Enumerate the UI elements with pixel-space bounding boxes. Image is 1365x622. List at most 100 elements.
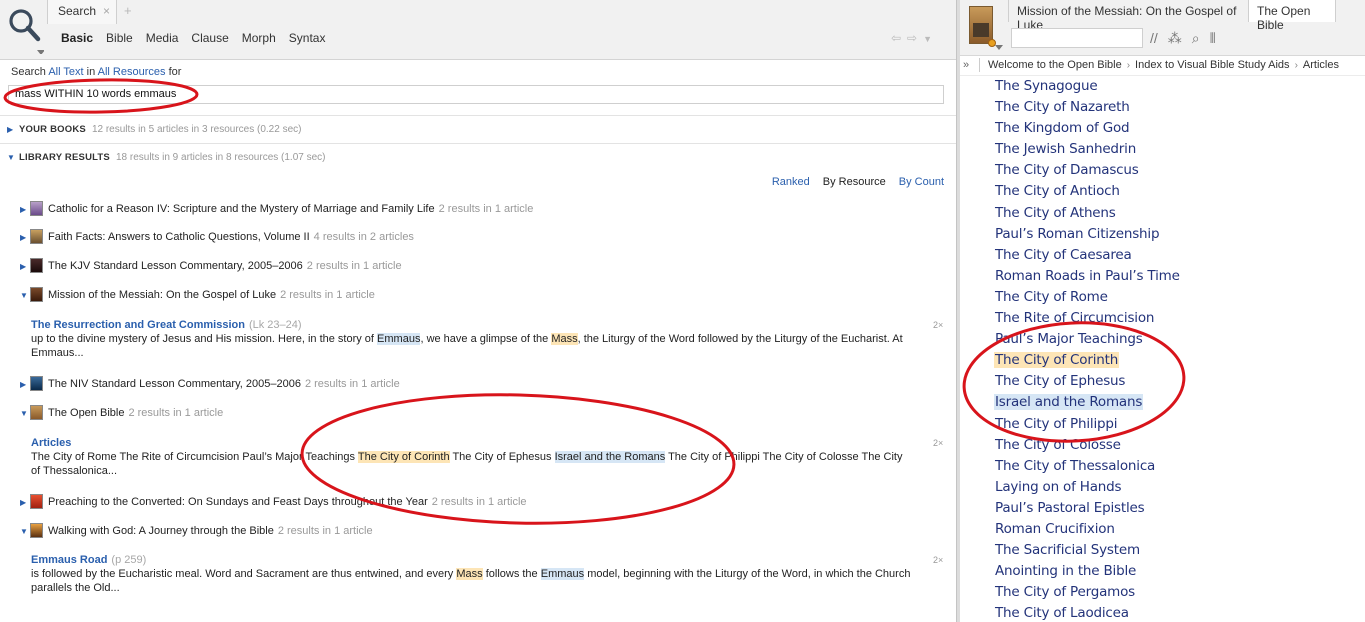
- article-link[interactable]: Paul’s Major Teachings: [994, 331, 1181, 352]
- article-ref: (Lk 23–24): [248, 319, 302, 331]
- forward-arrow-icon[interactable]: ⇨: [907, 31, 923, 45]
- tab-label: Search: [58, 4, 97, 18]
- result-title[interactable]: Faith Facts: Answers to Catholic Questio…: [48, 231, 310, 243]
- result-title[interactable]: Preaching to the Converted: On Sundays a…: [48, 496, 428, 508]
- article-result[interactable]: Emmaus Road (p 259) is followed by the Eu…: [31, 553, 911, 595]
- article-link[interactable]: The City of Caesarea: [994, 247, 1181, 268]
- article-link[interactable]: The City of Ephesus: [994, 373, 1181, 394]
- result-row[interactable]: ▶ The KJV Standard Lesson Commentary, 200…: [20, 258, 402, 276]
- article-link[interactable]: The City of Damascus: [994, 162, 1181, 183]
- result-row[interactable]: ▶ Preaching to the Converted: On Sundays …: [20, 494, 527, 512]
- article-link[interactable]: Paul’s Pastoral Epistles: [994, 500, 1181, 521]
- sort-ranked[interactable]: Ranked: [772, 176, 810, 188]
- expand-triangle-icon[interactable]: ▶: [20, 498, 30, 507]
- article-result[interactable]: The Resurrection and Great Commission (Lk…: [31, 318, 911, 360]
- tab-morph[interactable]: Morph: [242, 31, 276, 45]
- article-link[interactable]: The Jewish Sanhedrin: [994, 141, 1181, 162]
- article-link[interactable]: Roman Roads in Paul’s Time: [994, 268, 1181, 289]
- article-link[interactable]: Anointing in the Bible: [994, 563, 1181, 584]
- chevron-down-icon[interactable]: [995, 45, 1003, 51]
- article-link[interactable]: The City of Rome: [994, 289, 1181, 310]
- result-title[interactable]: Walking with God: A Journey through the …: [48, 525, 274, 537]
- article-title[interactable]: The Resurrection and Great Commission: [31, 319, 245, 331]
- expand-triangle-icon[interactable]: ▶: [20, 233, 30, 242]
- columns-icon[interactable]: ⦀: [1210, 30, 1216, 46]
- article-link[interactable]: The City of Colosse: [994, 437, 1181, 458]
- collapse-triangle-icon[interactable]: ▼: [20, 527, 30, 536]
- close-icon[interactable]: ×: [103, 4, 110, 18]
- tab-clause[interactable]: Clause: [191, 31, 228, 45]
- result-row[interactable]: ▶ Catholic for a Reason IV: Scripture and…: [20, 201, 533, 219]
- search-icon[interactable]: [6, 6, 44, 54]
- history-dropdown-icon[interactable]: ▼: [923, 34, 938, 44]
- article-link[interactable]: The Rite of Circumcision: [994, 310, 1181, 331]
- article-link[interactable]: The City of Corinth: [994, 352, 1181, 373]
- tab-media[interactable]: Media: [146, 31, 179, 45]
- tab-mission-of-the-messiah[interactable]: Mission of the Messiah: On the Gospel of…: [1008, 0, 1248, 32]
- divider: [979, 58, 980, 72]
- breadcrumb-item[interactable]: Articles: [1303, 59, 1339, 71]
- add-tab-icon[interactable]: +: [124, 3, 132, 18]
- tab-bible[interactable]: Bible: [106, 31, 133, 45]
- article-link[interactable]: Laying on of Hands: [994, 479, 1181, 500]
- article-link[interactable]: The City of Nazareth: [994, 99, 1181, 120]
- breadcrumb-item[interactable]: Welcome to the Open Bible: [988, 59, 1122, 71]
- article-link[interactable]: Roman Crucifixion: [994, 521, 1181, 542]
- scope-text-link[interactable]: All Text: [48, 66, 83, 78]
- article-link[interactable]: The City of Laodicea: [994, 605, 1181, 622]
- result-title[interactable]: The NIV Standard Lesson Commentary, 2005…: [48, 378, 301, 390]
- article-link[interactable]: The Synagogue: [994, 78, 1181, 99]
- collapse-triangle-icon[interactable]: ▼: [20, 291, 30, 300]
- your-books-section[interactable]: ▶ YOUR BOOKS 12 results in 5 articles in …: [0, 115, 956, 143]
- article-snippet: up to the divine mystery of Jesus and Hi…: [31, 333, 903, 359]
- result-row[interactable]: ▼ Walking with God: A Journey through the…: [20, 523, 373, 541]
- library-results-section[interactable]: ▼ LIBRARY RESULTS 18 results in 9 article…: [0, 143, 956, 171]
- expand-triangle-icon[interactable]: ▶: [20, 205, 30, 214]
- article-result[interactable]: Articles The City of Rome The Rite of Ci…: [31, 436, 911, 478]
- article-link[interactable]: The Kingdom of God: [994, 120, 1181, 141]
- resource-panel-header: Mission of the Messiah: On the Gospel of…: [960, 0, 1365, 56]
- search-icon[interactable]: ⌕: [1192, 30, 1200, 46]
- section-title: YOUR BOOKS: [19, 124, 86, 135]
- expand-triangle-icon[interactable]: ▶: [20, 262, 30, 271]
- result-title[interactable]: Catholic for a Reason IV: Scripture and …: [48, 203, 435, 215]
- collapse-triangle-icon[interactable]: ▼: [7, 153, 15, 162]
- sort-options: Ranked By Resource By Count: [759, 176, 944, 188]
- result-row[interactable]: ▼ The Open Bible 2 results in 1 article: [20, 405, 223, 423]
- expand-icon[interactable]: »: [963, 59, 969, 71]
- sort-by-count[interactable]: By Count: [899, 176, 944, 188]
- result-title[interactable]: Mission of the Messiah: On the Gospel of…: [48, 289, 276, 301]
- back-arrow-icon[interactable]: ⇦: [891, 31, 907, 45]
- collapse-triangle-icon[interactable]: ▼: [20, 409, 30, 418]
- visual-filter-icon[interactable]: ⁂: [1168, 30, 1182, 46]
- result-row[interactable]: ▶ Faith Facts: Answers to Catholic Questi…: [20, 229, 414, 247]
- scope-resources-link[interactable]: All Resources: [98, 66, 166, 78]
- article-link[interactable]: The City of Antioch: [994, 183, 1181, 204]
- tab-syntax[interactable]: Syntax: [289, 31, 326, 45]
- book-cover-icon[interactable]: [969, 6, 996, 47]
- article-link[interactable]: The City of Athens: [994, 205, 1181, 226]
- article-link[interactable]: Israel and the Romans: [994, 394, 1181, 415]
- article-link[interactable]: The City of Philippi: [994, 416, 1181, 437]
- article-title[interactable]: Articles: [31, 437, 71, 449]
- result-title[interactable]: The KJV Standard Lesson Commentary, 2005…: [48, 260, 303, 272]
- tab-basic[interactable]: Basic: [61, 31, 93, 45]
- hit-count: 2×: [933, 320, 944, 330]
- expand-triangle-icon[interactable]: ▶: [20, 380, 30, 389]
- article-link[interactable]: Paul’s Roman Citizenship: [994, 226, 1181, 247]
- article-link[interactable]: The Sacrificial System: [994, 542, 1181, 563]
- result-row[interactable]: ▼ Mission of the Messiah: On the Gospel o…: [20, 287, 375, 305]
- tab-open-bible[interactable]: The Open Bible: [1248, 0, 1336, 32]
- article-title[interactable]: Emmaus Road: [31, 554, 107, 566]
- result-row[interactable]: ▶ The NIV Standard Lesson Commentary, 200…: [20, 376, 400, 394]
- sort-by-resource[interactable]: By Resource: [823, 176, 886, 188]
- article-link[interactable]: The City of Thessalonica: [994, 458, 1181, 479]
- tab-search[interactable]: Search ×: [47, 0, 117, 24]
- reference-input[interactable]: [1011, 28, 1143, 48]
- breadcrumb-item[interactable]: Index to Visual Bible Study Aids: [1135, 59, 1290, 71]
- result-title[interactable]: The Open Bible: [48, 407, 124, 419]
- expand-triangle-icon[interactable]: ▶: [7, 125, 13, 134]
- article-link[interactable]: The City of Pergamos: [994, 584, 1181, 605]
- parallel-icon[interactable]: //: [1150, 30, 1158, 46]
- search-input[interactable]: mass WITHIN 10 words emmaus: [8, 85, 944, 104]
